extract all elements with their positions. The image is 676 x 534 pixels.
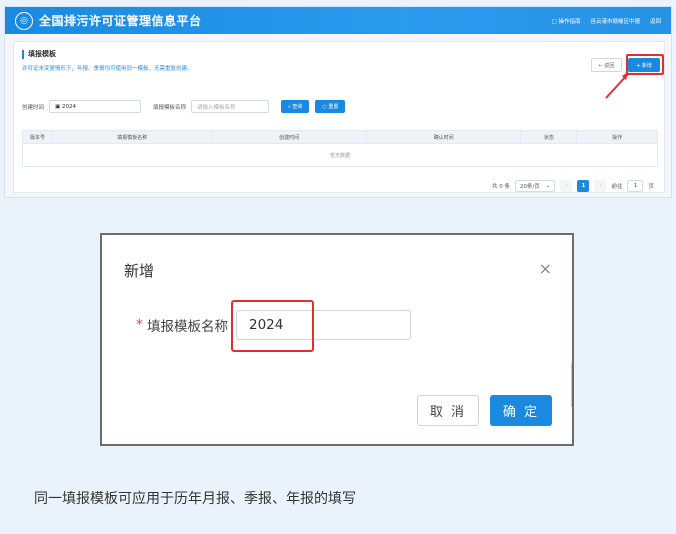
col-actions: 操作 xyxy=(612,134,623,141)
template-name-label: 填报模板名称 xyxy=(153,104,187,111)
page-size-value: 20条/页 xyxy=(520,184,540,190)
filter-bar: 创建时间 ▣ 2024 填报模板名称 请输入模板名称 ⌕ 查询 ○ 重置 xyxy=(22,100,346,113)
field-highlight xyxy=(231,300,314,352)
pagination: 共 0 条 20条/页 ⌄ ‹ 1 › 前往 1 页 xyxy=(492,180,654,192)
created-time-label: 创建时间 xyxy=(22,104,45,111)
template-card: 填报模板 许可证未变更情形下，年报、季报均可使用同一模板，无需重复创建。 ← 返… xyxy=(13,41,665,193)
top-back-link[interactable]: 返回 xyxy=(650,17,661,25)
col-confirm-time: 确认时间 xyxy=(367,131,522,143)
created-time-picker[interactable]: ▣ 2024 xyxy=(49,100,142,113)
col-created-time: 创建时间 xyxy=(212,131,367,143)
close-icon[interactable]: × xyxy=(539,259,552,278)
required-mark: * xyxy=(136,317,143,333)
current-page[interactable]: 1 xyxy=(577,180,590,192)
app-title: 全国排污许可证管理信息平台 xyxy=(39,14,202,28)
guide-link[interactable]: □ 操作指南 xyxy=(552,17,581,25)
chevron-down-icon: ⌄ xyxy=(545,183,551,189)
col-template-name: 填报模板名称 xyxy=(53,131,213,143)
next-page-button[interactable]: › xyxy=(594,180,607,192)
table-header: 版本号 填报模板名称 创建时间 确认时间 状态 操作 xyxy=(22,130,658,144)
right-edge-divider xyxy=(571,363,572,407)
confirm-button[interactable]: 确 定 xyxy=(490,395,552,426)
emblem-icon: ◎ xyxy=(15,11,33,30)
red-arrow-icon xyxy=(605,72,629,99)
top-bar: ◎ 全国排污许可证管理信息平台 □ 操作指南 连云港市赣榆区中德 返回 xyxy=(5,7,671,34)
back-button[interactable]: ← 返回 xyxy=(591,58,622,72)
page-size-select[interactable]: 20条/页 ⌄ xyxy=(515,180,556,192)
add-button-highlight xyxy=(626,54,664,75)
template-name-input[interactable]: 请输入模板名称 xyxy=(191,100,270,113)
goto-label: 前往 xyxy=(611,184,623,190)
caption: 同一填报模板可应用于历年月报、季报、年报的填写 xyxy=(34,491,356,507)
page-title: 填报模板 xyxy=(22,50,193,59)
page-description: 许可证未变更情形下，年报、季报均可使用同一模板，无需重复创建。 xyxy=(22,66,193,72)
list-page-screenshot: ◎ 全国排污许可证管理信息平台 □ 操作指南 连云港市赣榆区中德 返回 填报模板… xyxy=(4,6,672,198)
org-name: 连云港市赣榆区中德 xyxy=(590,18,640,25)
card-header: 填报模板 许可证未变更情形下，年报、季报均可使用同一模板，无需重复创建。 xyxy=(22,50,193,72)
reset-button[interactable]: ○ 重置 xyxy=(315,100,346,113)
goto-suffix: 页 xyxy=(648,184,654,190)
prev-page-button[interactable]: ‹ xyxy=(560,180,573,192)
col-version: 版本号 xyxy=(23,131,53,143)
template-table: 版本号 填报模板名称 创建时间 确认时间 状态 操作 暂无数据 xyxy=(22,130,658,167)
goto-page-input[interactable]: 1 xyxy=(627,180,644,192)
total-count: 共 0 条 xyxy=(492,184,510,190)
top-links: □ 操作指南 连云港市赣榆区中德 返回 xyxy=(552,17,661,25)
add-dialog-screenshot: 新增 × * 填报模板名称 2024 取 消 确 定 xyxy=(100,233,574,446)
dialog-title: 新增 xyxy=(124,262,155,280)
search-button[interactable]: ⌕ 查询 xyxy=(281,100,310,113)
cancel-button[interactable]: 取 消 xyxy=(417,395,479,426)
col-status: 状态 xyxy=(521,131,578,143)
table-empty-text: 暂无数据 xyxy=(22,144,658,167)
template-name-field-label: 填报模板名称 xyxy=(147,319,228,335)
